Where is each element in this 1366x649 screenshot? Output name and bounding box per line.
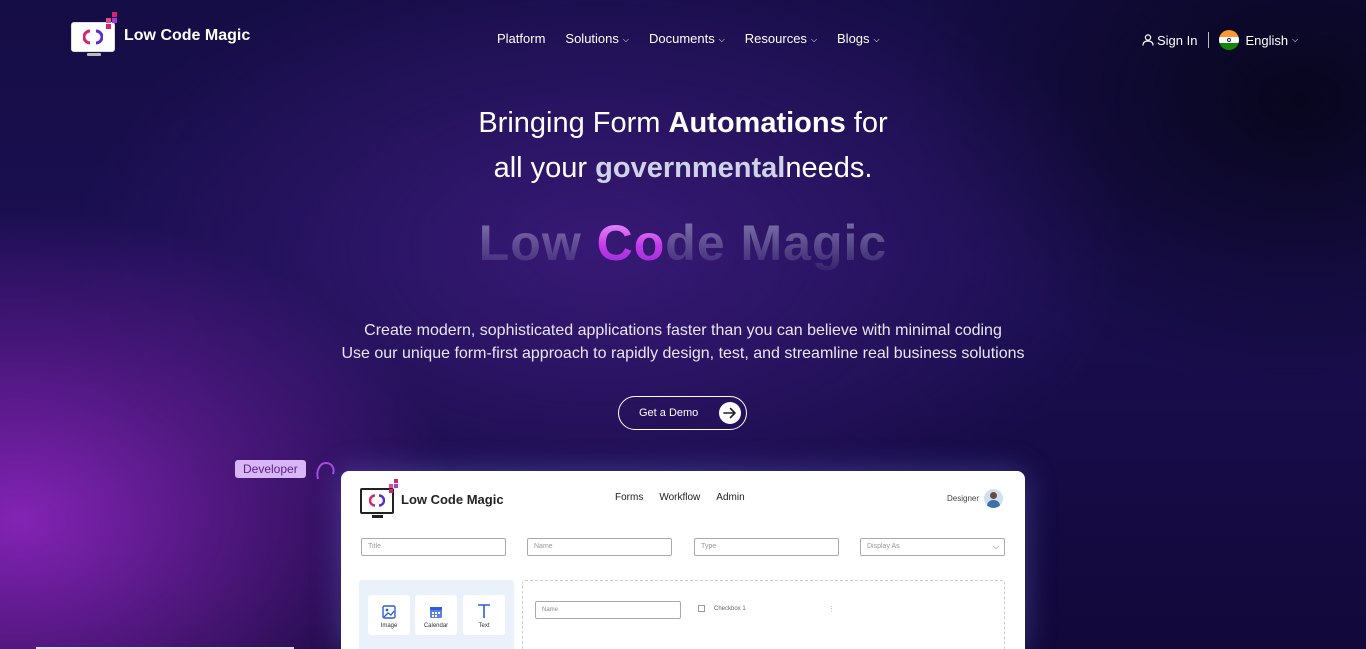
tool-calendar[interactable]: Calendar xyxy=(415,595,457,635)
hero-bold-text: Automations xyxy=(668,107,846,139)
field-placeholder: Display As xyxy=(867,543,900,550)
nav-item-label: Resources xyxy=(744,31,807,46)
field-placeholder: Type xyxy=(701,543,717,550)
hero-subtitle-line: Create modern, sophisticated application… xyxy=(364,322,1002,339)
preview-user[interactable]: Designer xyxy=(947,489,1004,508)
chevron-down-icon: ⌵ xyxy=(810,34,818,44)
nav-item-label: Documents xyxy=(648,31,715,46)
language-label: English xyxy=(1245,32,1289,48)
hero-line-2: all your governmentalneeds. xyxy=(0,146,1366,191)
field-placeholder: Title xyxy=(368,543,381,550)
nav-item-resources[interactable]: Resources ⌵ xyxy=(745,31,817,46)
nav-item-label: Blogs xyxy=(837,31,870,46)
hero-heading: Bringing Form Automations for all your g… xyxy=(0,101,1366,191)
monitor-logo-icon xyxy=(359,479,399,519)
canvas-checkbox[interactable]: Checkbox 1 xyxy=(698,605,746,612)
nav-item-platform[interactable]: Platform xyxy=(497,31,545,46)
calendar-icon xyxy=(430,607,442,618)
canvas-name-field[interactable]: Name xyxy=(535,601,681,619)
india-flag-icon xyxy=(1219,30,1240,50)
chevron-down-icon: ⌵ xyxy=(622,34,629,44)
brand-name: Low Code Magic xyxy=(124,27,251,44)
chevron-down-icon: ⌵ xyxy=(718,34,725,44)
wordmark-part: de Magic xyxy=(665,215,888,271)
title-field[interactable]: Title xyxy=(361,538,506,556)
account-nav: Sign In English ⌵ xyxy=(1142,30,1298,50)
hero-text: all your xyxy=(493,152,596,184)
arrow-right-icon xyxy=(719,402,741,424)
tool-image[interactable]: Image xyxy=(368,595,410,635)
checkbox-label: Checkbox 1 xyxy=(714,605,746,612)
name-field[interactable]: Name xyxy=(527,538,672,556)
sign-in-label: Sign In xyxy=(1157,32,1198,48)
main-menu: Platform Solutions ⌵ Documents ⌵ Resourc… xyxy=(497,31,900,46)
field-placeholder: Name xyxy=(542,607,559,613)
preview-menu-workflow[interactable]: Workflow xyxy=(659,492,700,503)
preview-menu-admin[interactable]: Admin xyxy=(716,492,744,503)
hero-subtitle: Create modern, sophisticated application… xyxy=(0,319,1366,365)
display-as-select[interactable]: Display As ⌵ xyxy=(860,538,1005,556)
hero-text: needs. xyxy=(785,152,873,184)
chevron-down-icon: ⌵ xyxy=(1292,35,1299,44)
top-navbar: Low Code Magic Platform Solutions ⌵ Docu… xyxy=(0,0,1366,78)
preview-brand-name: Low Code Magic xyxy=(401,491,504,507)
nav-divider xyxy=(1208,32,1210,48)
drag-handle-icon[interactable]: ⋮ xyxy=(828,605,835,613)
nav-item-documents[interactable]: Documents ⌵ xyxy=(649,31,725,46)
nav-item-label: Solutions xyxy=(565,31,619,46)
get-demo-button[interactable]: Get a Demo xyxy=(618,396,747,430)
hero-animated-word: governmental xyxy=(595,152,786,184)
cursor-pointer-icon xyxy=(316,461,335,480)
get-demo-label: Get a Demo xyxy=(639,407,699,419)
tool-label: Calendar xyxy=(423,623,449,629)
hero-text: Bringing Form xyxy=(478,107,669,139)
checkbox-box xyxy=(698,605,705,612)
language-selector[interactable]: English ⌵ xyxy=(1219,30,1298,50)
nav-item-solutions[interactable]: Solutions ⌵ xyxy=(565,31,629,46)
type-field[interactable]: Type xyxy=(694,538,839,556)
wordmark-part: Low xyxy=(478,215,597,271)
form-canvas[interactable]: Name Checkbox 1 ⋮ xyxy=(522,580,1005,649)
component-palette: Image Calendar Text xyxy=(359,580,514,649)
hero-brand-wordmark: Low Code Magic xyxy=(0,214,1366,272)
text-icon xyxy=(478,604,490,618)
chevron-down-icon: ⌵ xyxy=(992,542,999,551)
sign-in-link[interactable]: Sign In xyxy=(1142,33,1197,48)
wordmark-highlight: Co xyxy=(596,215,666,271)
nav-item-blogs[interactable]: Blogs ⌵ xyxy=(837,31,880,46)
chevron-down-icon: ⌵ xyxy=(873,34,880,44)
field-placeholder: Name xyxy=(534,543,553,550)
preview-brand-logo: Low Code Magic xyxy=(359,479,504,519)
hero-text: for xyxy=(845,107,888,139)
developer-badge: Developer xyxy=(235,460,306,478)
hero-subtitle-line: Use our unique form-first approach to ra… xyxy=(341,345,1025,362)
tool-label: Text xyxy=(478,623,490,629)
user-icon xyxy=(1142,34,1154,46)
nav-item-label: Platform xyxy=(497,31,546,46)
monitor-logo-icon xyxy=(70,12,118,60)
image-icon xyxy=(382,605,396,619)
app-preview-card: Low Code Magic Forms Workflow Admin Desi… xyxy=(341,471,1025,649)
hero-line-1: Bringing Form Automations for xyxy=(0,101,1366,146)
preview-menu-forms[interactable]: Forms xyxy=(615,492,643,503)
preview-menu: Forms Workflow Admin xyxy=(615,492,761,503)
tool-label: Image xyxy=(380,623,398,629)
preview-user-label: Designer xyxy=(947,494,980,503)
tool-text[interactable]: Text xyxy=(463,595,505,635)
brand-logo[interactable]: Low Code Magic xyxy=(70,12,250,60)
avatar xyxy=(984,489,1004,508)
